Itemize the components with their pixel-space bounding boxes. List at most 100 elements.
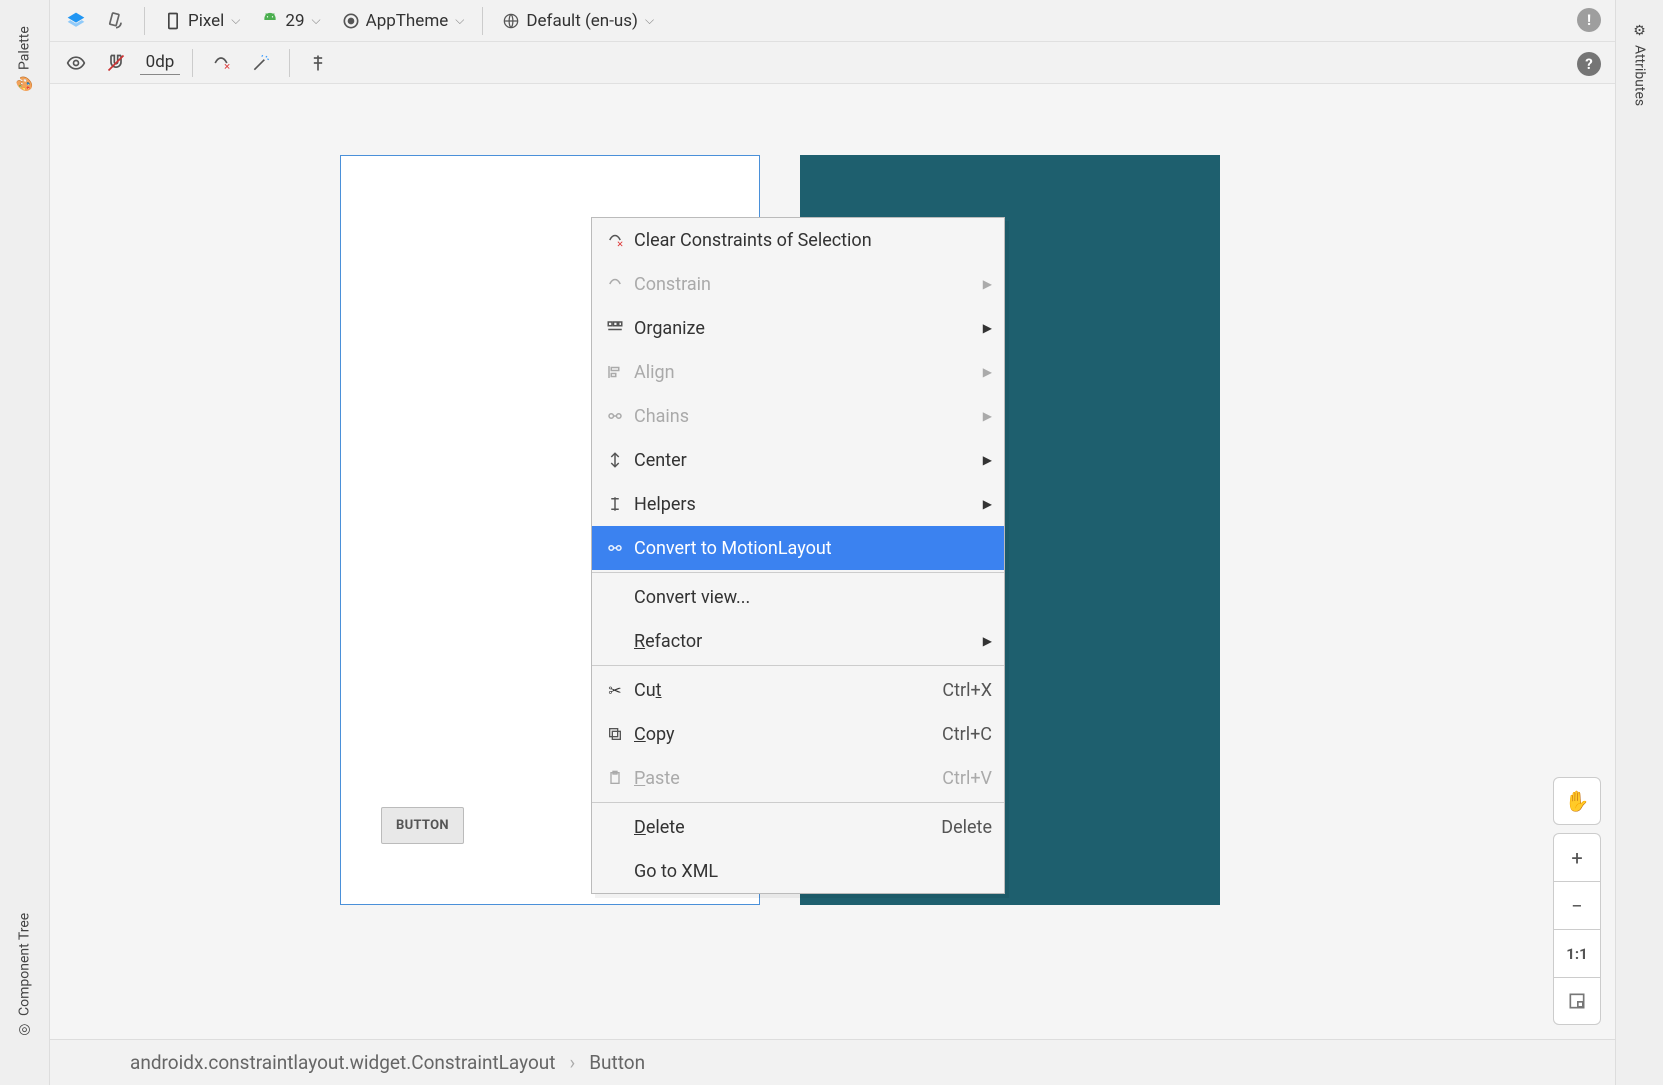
ctx-shortcut: Delete [941, 817, 992, 838]
ctx-label: Constrain [634, 274, 975, 295]
ctx-clear-constraints[interactable]: ✕ Clear Constraints of Selection [592, 218, 1004, 262]
theme-dropdown[interactable]: AppTheme ⌵ [335, 7, 471, 35]
breadcrumb-root[interactable]: androidx.constraintlayout.widget.Constra… [130, 1051, 555, 1074]
infer-constraints-button[interactable] [245, 49, 277, 77]
ctx-cut[interactable]: ✂ Cut Ctrl+X [592, 668, 1004, 712]
ctx-label: Cut [634, 680, 934, 701]
issues-icon[interactable]: ! [1577, 8, 1601, 32]
ratio-label: 1:1 [1566, 945, 1587, 963]
zoom-1to1-button[interactable]: 1:1 [1553, 929, 1601, 977]
ctx-label: Clear Constraints of Selection [634, 230, 992, 251]
ctx-label: Organize [634, 318, 975, 339]
separator [592, 665, 1004, 666]
ctx-shortcut: Ctrl+V [942, 768, 992, 789]
ctx-label: Go to XML [634, 861, 992, 882]
separator [144, 7, 145, 35]
ctx-convert-to-motionlayout[interactable]: Convert to MotionLayout [592, 526, 1004, 570]
ctx-label: Copy [634, 724, 934, 745]
zoom-fit-button[interactable] [1553, 977, 1601, 1025]
chevron-down-icon: ⌵ [312, 13, 321, 28]
ctx-label: Refactor [634, 631, 975, 652]
component-tree-rail-tab[interactable]: ◎ Component Tree [0, 885, 49, 1065]
android-icon [260, 11, 280, 31]
ctx-chains[interactable]: Chains ▶ [592, 394, 1004, 438]
eye-icon [66, 53, 86, 73]
attributes-rail-label: Attributes [1632, 45, 1648, 106]
ctx-shortcut: Ctrl+X [942, 680, 992, 701]
preview-button-widget[interactable]: BUTTON [381, 807, 464, 844]
ctx-label: Convert to MotionLayout [634, 538, 992, 559]
svg-text:✕: ✕ [617, 240, 624, 249]
device-label: Pixel [188, 11, 224, 31]
wand-icon [251, 53, 271, 73]
attributes-rail-tab[interactable]: ⚙ Attributes [1616, 0, 1663, 130]
toolbar-row-2: 0dp ✕ [50, 42, 1615, 84]
submenu-arrow-icon: ▶ [983, 277, 992, 291]
breadcrumb-child[interactable]: Button [589, 1051, 645, 1074]
palette-rail-label: Palette [17, 27, 33, 71]
center-icon [604, 451, 626, 469]
preview-button-label: BUTTON [396, 818, 449, 833]
canvas-controls: ✋ + − 1:1 [1553, 777, 1601, 1025]
ctx-center[interactable]: Center ▶ [592, 438, 1004, 482]
svg-text:✕: ✕ [224, 62, 231, 72]
guideline-icon [308, 53, 328, 73]
ctx-constrain[interactable]: Constrain ▶ [592, 262, 1004, 306]
align-icon [604, 363, 626, 381]
ctx-organize[interactable]: Organize ▶ [592, 306, 1004, 350]
help-icon[interactable]: ? [1577, 52, 1601, 76]
submenu-arrow-icon: ▶ [983, 497, 992, 511]
copy-icon [604, 726, 626, 742]
ctx-convert-view[interactable]: Convert view... [592, 575, 1004, 619]
locale-dropdown[interactable]: Default (en-us) ⌵ [495, 7, 660, 35]
phone-icon [163, 11, 183, 31]
ctx-shortcut: Ctrl+C [942, 724, 992, 745]
motion-icon [604, 539, 626, 557]
ctx-label: Delete [634, 817, 933, 838]
palette-rail-tab[interactable]: 🎨 Palette [0, 0, 49, 120]
separator [592, 802, 1004, 803]
component-tree-rail-label: Component Tree [17, 912, 33, 1015]
separator [192, 49, 193, 77]
sliders-icon: ⚙ [1632, 23, 1648, 39]
orientation-toggle[interactable] [100, 7, 132, 35]
ctx-goto-xml[interactable]: Go to XML [592, 849, 1004, 893]
dp-value: 0dp [146, 52, 175, 72]
guidelines-button[interactable] [302, 49, 334, 77]
submenu-arrow-icon: ▶ [983, 321, 992, 335]
api-dropdown[interactable]: 29 ⌵ [254, 7, 326, 35]
layers-icon [66, 11, 86, 31]
ctx-align[interactable]: Align ▶ [592, 350, 1004, 394]
ctx-delete[interactable]: Delete Delete [592, 805, 1004, 849]
pan-button[interactable]: ✋ [1553, 777, 1601, 825]
separator [482, 7, 483, 35]
clear-constraints-button[interactable]: ✕ [205, 49, 237, 77]
device-dropdown[interactable]: Pixel ⌵ [157, 7, 246, 35]
helpers-icon [604, 495, 626, 513]
zoom-out-button[interactable]: − [1553, 881, 1601, 929]
theme-icon [341, 11, 361, 31]
clear-constraints-icon: ✕ [604, 231, 626, 249]
zoom-in-button[interactable]: + [1553, 833, 1601, 881]
fit-icon [1567, 991, 1587, 1011]
chevron-down-icon: ⌵ [455, 13, 464, 28]
toolbar-row-1: Pixel ⌵ 29 ⌵ AppTheme ⌵ Default (en-us) … [50, 0, 1615, 42]
globe-icon [501, 11, 521, 31]
ctx-label: Chains [634, 406, 975, 427]
ctx-paste[interactable]: Paste Ctrl+V [592, 756, 1004, 800]
toggle-autoconnect[interactable] [100, 49, 132, 77]
organize-icon [604, 319, 626, 337]
clipboard-icon [604, 770, 626, 786]
chevron-right-icon: › [569, 1051, 575, 1074]
default-margin-input[interactable]: 0dp [140, 50, 180, 75]
ctx-label: Convert view... [634, 587, 992, 608]
scissors-icon: ✂ [604, 681, 626, 700]
design-surface-toggle[interactable] [60, 7, 92, 35]
ctx-copy[interactable]: Copy Ctrl+C [592, 712, 1004, 756]
tree-icon: ◎ [17, 1022, 33, 1038]
ctx-refactor[interactable]: Refactor ▶ [592, 619, 1004, 663]
context-menu: ✕ Clear Constraints of Selection Constra… [591, 217, 1005, 894]
view-options[interactable] [60, 49, 92, 77]
ctx-helpers[interactable]: Helpers ▶ [592, 482, 1004, 526]
submenu-arrow-icon: ▶ [983, 453, 992, 467]
